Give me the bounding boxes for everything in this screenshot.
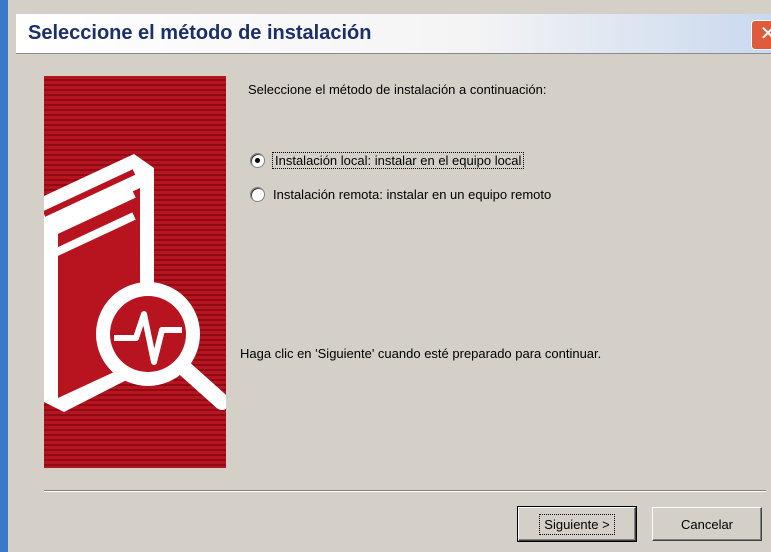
cancel-button-label: Cancelar (680, 516, 734, 532)
option-local[interactable]: Instalación local: instalar en el equipo… (250, 150, 525, 170)
continue-hint: Haga clic en 'Siguiente' cuando esté pre… (240, 346, 602, 361)
method-prompt: Seleccione el método de instalación a co… (248, 82, 547, 97)
option-local-label[interactable]: Instalación local: instalar en el equipo… (271, 151, 525, 169)
radio-local[interactable] (250, 152, 265, 168)
window-title: Seleccione el método de instalación (28, 22, 372, 44)
option-remote-label[interactable]: Instalación remota: instalar en un equip… (273, 187, 551, 202)
next-button-label: Siguiente > (539, 513, 615, 535)
option-remote[interactable]: Instalación remota: instalar en un equip… (250, 184, 551, 204)
installer-dialog: Seleccione el método de instalación ✕ Se… (0, 0, 771, 552)
title-bar[interactable]: Seleccione el método de instalación ✕ (16, 14, 771, 54)
next-button[interactable]: Siguiente > (517, 506, 637, 542)
banner-graphic (44, 154, 226, 412)
footer-separator (44, 490, 766, 492)
close-icon: ✕ (759, 23, 771, 45)
close-button[interactable]: ✕ (751, 20, 771, 50)
window-top-edge (16, 0, 771, 14)
server-monitor-icon (44, 76, 226, 468)
magnifier-handle (176, 360, 226, 410)
radio-remote[interactable] (250, 186, 265, 202)
cancel-button[interactable]: Cancelar (652, 507, 762, 541)
